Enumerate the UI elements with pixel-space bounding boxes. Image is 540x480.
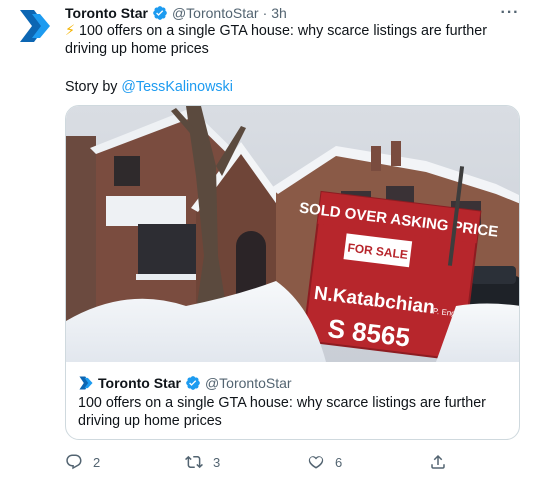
lightning-emoji: ⚡ xyxy=(65,23,76,39)
reply-icon xyxy=(65,453,83,471)
author-handle[interactable]: @TorontoStar xyxy=(172,5,259,21)
card-author-name[interactable]: Toronto Star xyxy=(98,375,181,391)
reply-button[interactable]: 2 xyxy=(65,450,100,474)
toronto-star-logo-icon xyxy=(14,4,58,48)
story-prefix: Story by xyxy=(65,79,122,95)
verified-badge-icon xyxy=(152,5,168,21)
toronto-star-logo-icon xyxy=(78,375,94,391)
tweet[interactable]: Toronto Star @TorontoStar · 3h ··· ⚡ 100… xyxy=(0,0,540,480)
mention-link[interactable]: @TessKalinowski xyxy=(121,79,232,95)
card-author: Toronto Star @TorontoStar xyxy=(78,374,292,392)
tweet-text-content: 100 offers on a single GTA house: why sc… xyxy=(65,23,487,57)
more-options-icon[interactable]: ··· xyxy=(500,4,520,22)
card-author-handle[interactable]: @TorontoStar xyxy=(205,375,292,391)
like-count: 6 xyxy=(335,454,343,470)
separator-dot: · xyxy=(262,5,268,21)
verified-badge-icon xyxy=(185,375,201,391)
author-name[interactable]: Toronto Star xyxy=(65,5,148,21)
like-button[interactable]: 6 xyxy=(307,450,342,474)
retweet-icon xyxy=(185,453,203,471)
avatar[interactable] xyxy=(14,4,58,48)
card-text: 100 offers on a single GTA house: why sc… xyxy=(78,395,486,429)
retweet-button[interactable]: 3 xyxy=(185,450,220,474)
reply-count: 2 xyxy=(93,454,101,470)
tweet-text: ⚡ 100 offers on a single GTA house: why … xyxy=(65,22,525,58)
tweet-header: Toronto Star @TorontoStar · 3h xyxy=(65,4,287,22)
share-button[interactable] xyxy=(429,450,447,474)
retweet-count: 3 xyxy=(213,454,221,470)
story-credit: Story by @TessKalinowski xyxy=(65,78,233,96)
share-icon xyxy=(429,453,447,471)
tweet-actions: 2 3 6 xyxy=(65,450,465,474)
link-card[interactable]: SOLD OVER ASKING PRICE FOR SALE N.Katabc… xyxy=(65,105,520,440)
card-image[interactable]: SOLD OVER ASKING PRICE FOR SALE N.Katabc… xyxy=(66,106,519,362)
like-icon xyxy=(307,453,325,471)
tweet-timestamp[interactable]: 3h xyxy=(271,5,287,21)
